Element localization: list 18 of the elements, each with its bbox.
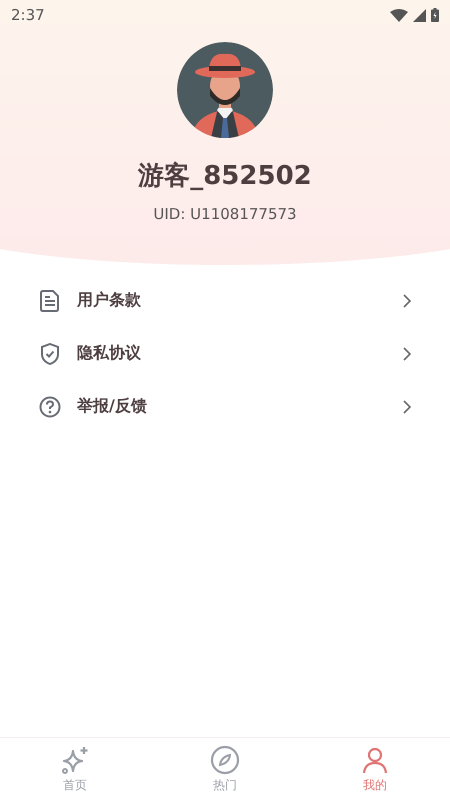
chevron-right-icon: [403, 400, 411, 414]
compass-icon: [210, 744, 240, 774]
menu-item[interactable]: 举报/反馈: [0, 380, 450, 433]
document-icon: [39, 290, 61, 312]
battery-icon: [431, 8, 439, 22]
user-name: 游客_852502: [138, 160, 312, 193]
avatar-icon: [177, 42, 273, 138]
sparkle-icon: [60, 744, 90, 774]
chevron-right-icon: [403, 294, 411, 308]
status-time: 2:37: [11, 6, 45, 24]
menu-item[interactable]: 隐私协议: [0, 327, 450, 380]
menu-item[interactable]: 用户条款: [0, 274, 450, 327]
help-icon: [39, 396, 61, 418]
signal-icon: [413, 8, 426, 22]
user-id: UID: U1108177573: [153, 205, 297, 223]
shield-check-icon: [39, 342, 61, 364]
chevron-right-icon: [403, 346, 411, 360]
wifi-icon: [390, 8, 408, 22]
